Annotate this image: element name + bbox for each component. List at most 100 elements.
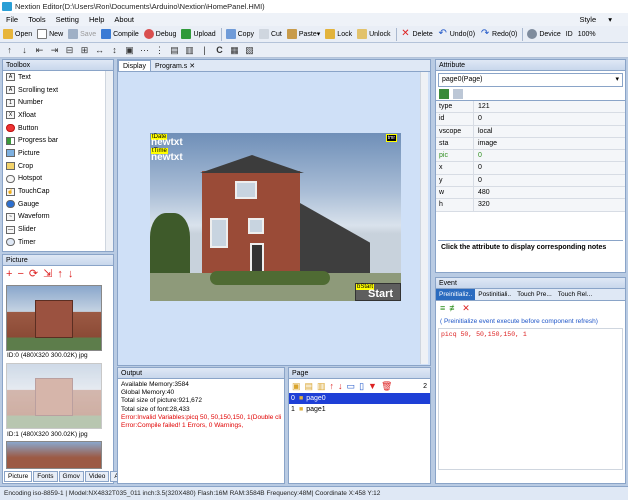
align-right-icon[interactable]: ⇥ [49,45,60,56]
toolbox-item-timer[interactable]: Timer [3,236,113,249]
clear-icon[interactable]: ✕ [462,303,470,314]
date-text[interactable]: newtxt [151,137,183,148]
uncomment-icon[interactable]: ≢ [449,303,458,313]
component-select[interactable]: page0(Page) ▾ [438,73,623,87]
device-button[interactable]: Device [527,27,561,41]
comment-icon[interactable]: ≡ [440,303,445,313]
open-button[interactable]: Open [3,27,32,41]
move-down-icon[interactable]: ↓ [68,268,74,280]
page-item-0[interactable]: 0 ■ page0 [289,393,430,404]
canvas-page[interactable]: tDate newtxt tTime newtxt tmr bStart Sta… [150,133,401,301]
cut-button[interactable]: Cut [258,27,282,41]
attr-row[interactable]: y0 [436,174,625,188]
layer-down-icon[interactable]: ▧ [244,45,255,56]
toolbox-item-scrolling-text[interactable]: A Scrolling text [3,84,113,97]
insert-page-icon[interactable]: ▤ [305,381,314,392]
copy-button[interactable]: Copy [225,27,254,41]
unlock-button[interactable]: Unlock [357,27,391,41]
tab-program[interactable]: Program.s ✕ [151,60,199,71]
export-page-icon[interactable]: ▭ [347,381,356,392]
timer-component[interactable]: tmr [385,134,397,142]
tab-gmov[interactable]: Gmov [58,471,84,482]
attr-row[interactable]: id 0 [436,113,625,126]
tab-video[interactable]: Video [84,471,110,482]
toolbox-item-gauge[interactable]: Gauge [3,198,113,211]
copy-page-icon[interactable]: ▥ [317,381,326,392]
toolbox-item-waveform[interactable]: ~ Waveform [3,211,113,224]
tab-display[interactable]: Display [118,60,151,71]
menu-tools[interactable]: Tools [28,15,46,24]
move-up-icon[interactable]: ↑ [330,381,335,391]
attr-row[interactable]: sta image [436,137,625,151]
picture-thumb-0[interactable] [6,285,102,351]
new-button[interactable]: New [37,27,63,41]
tab-fonts[interactable]: Fonts [33,471,58,482]
picture-thumb-2[interactable] [6,441,102,469]
debug-button[interactable]: Debug [143,27,176,41]
attr-row[interactable]: type 121 [436,101,625,114]
center-icon[interactable]: C [214,45,225,56]
sort-alpha-icon[interactable] [453,89,463,99]
picture-thumb-1[interactable] [6,363,102,429]
tab-touch-release[interactable]: Touch Rel... [555,289,595,300]
menu-setting[interactable]: Setting [56,15,79,24]
compile-button[interactable]: Compile [101,27,139,41]
toolbox-item-hotspot[interactable]: Hotspot [3,173,113,186]
tab-preinitialize[interactable]: Preinitializ.. [436,289,476,300]
save-button[interactable]: Save [68,27,96,41]
menu-help[interactable]: Help [89,15,104,24]
layer-up-icon[interactable]: ▦ [229,45,240,56]
bring-front-icon[interactable]: ▤ [169,45,180,56]
send-back-icon[interactable]: ▥ [184,45,195,56]
export-icon[interactable]: ⇲ [43,267,52,280]
attr-row[interactable]: h 320 [436,199,625,212]
add-icon[interactable]: + [6,268,12,280]
toolbox-item-slider[interactable]: — Slider [3,223,113,236]
distribute-h-icon[interactable]: ⋯ [139,45,150,56]
attr-row[interactable]: vscope local [436,125,625,138]
toolbox-item-button[interactable]: Button [3,122,113,135]
attr-row[interactable]: x0 [436,162,625,175]
lock-button[interactable]: Lock [325,27,352,41]
delete-button[interactable]: ✕ Delete [401,27,432,41]
toolbox-item-text[interactable]: A Text [3,71,113,84]
trash-icon[interactable]: 🗑 [381,381,392,392]
display-scrollbar[interactable] [420,72,428,364]
add-page-icon[interactable]: ▣ [292,381,301,392]
attr-row[interactable]: w 480 [436,187,625,200]
menu-about[interactable]: About [114,15,134,24]
move-up-icon[interactable]: ↑ [57,268,63,280]
toolbox-item-crop[interactable]: Crop [3,160,113,173]
align-bottom-icon[interactable]: ↓ [19,45,30,56]
center-vertical-icon[interactable]: ⊞ [79,45,90,56]
event-code-editor[interactable]: picq 50, 50,150,150, 1 [438,328,623,470]
paste-button[interactable]: Paste ▾ [286,27,320,41]
toolbox-item-xfloat[interactable]: X Xfloat [3,109,113,122]
time-text[interactable]: newtxt [151,152,183,163]
tab-postinitialize[interactable]: Postinitiali.. [475,289,514,300]
move-down-icon[interactable]: ↓ [338,381,343,391]
import-page-icon[interactable]: ▯ [359,381,364,392]
menu-style[interactable]: Style ▾ [579,15,612,24]
align-left-icon[interactable]: ⇤ [34,45,45,56]
tab-touch-press[interactable]: Touch Pre... [514,289,555,300]
sort-category-icon[interactable] [439,89,449,99]
remove-icon[interactable]: − [17,268,23,280]
toolbox-scrollbar[interactable] [105,71,113,251]
same-height-icon[interactable]: ↕ [109,45,120,56]
center-horizontal-icon[interactable]: ⊟ [64,45,75,56]
align-top-icon[interactable]: ↑ [4,45,15,56]
same-width-icon[interactable]: ↔ [94,45,105,56]
menu-file[interactable]: File [6,15,18,24]
toolbox-item-touchcap[interactable]: ☝ TouchCap [3,185,113,198]
zoom-level[interactable]: 100% [578,27,596,41]
toolbox-item-picture[interactable]: Picture [3,147,113,160]
id-button[interactable]: ID [566,27,573,41]
undo-button[interactable]: ↶ Undo(0) [438,27,476,41]
redo-button[interactable]: ↷ Redo(0) [480,27,518,41]
delete-page-icon[interactable]: ▼ [368,381,377,391]
attr-row[interactable]: pic 0 [436,150,625,163]
tab-picture[interactable]: Picture [4,471,33,482]
toolbox-item-progress-bar[interactable]: Progress bar [3,134,113,147]
toolbox-item-number[interactable]: 1 Number [3,96,113,109]
